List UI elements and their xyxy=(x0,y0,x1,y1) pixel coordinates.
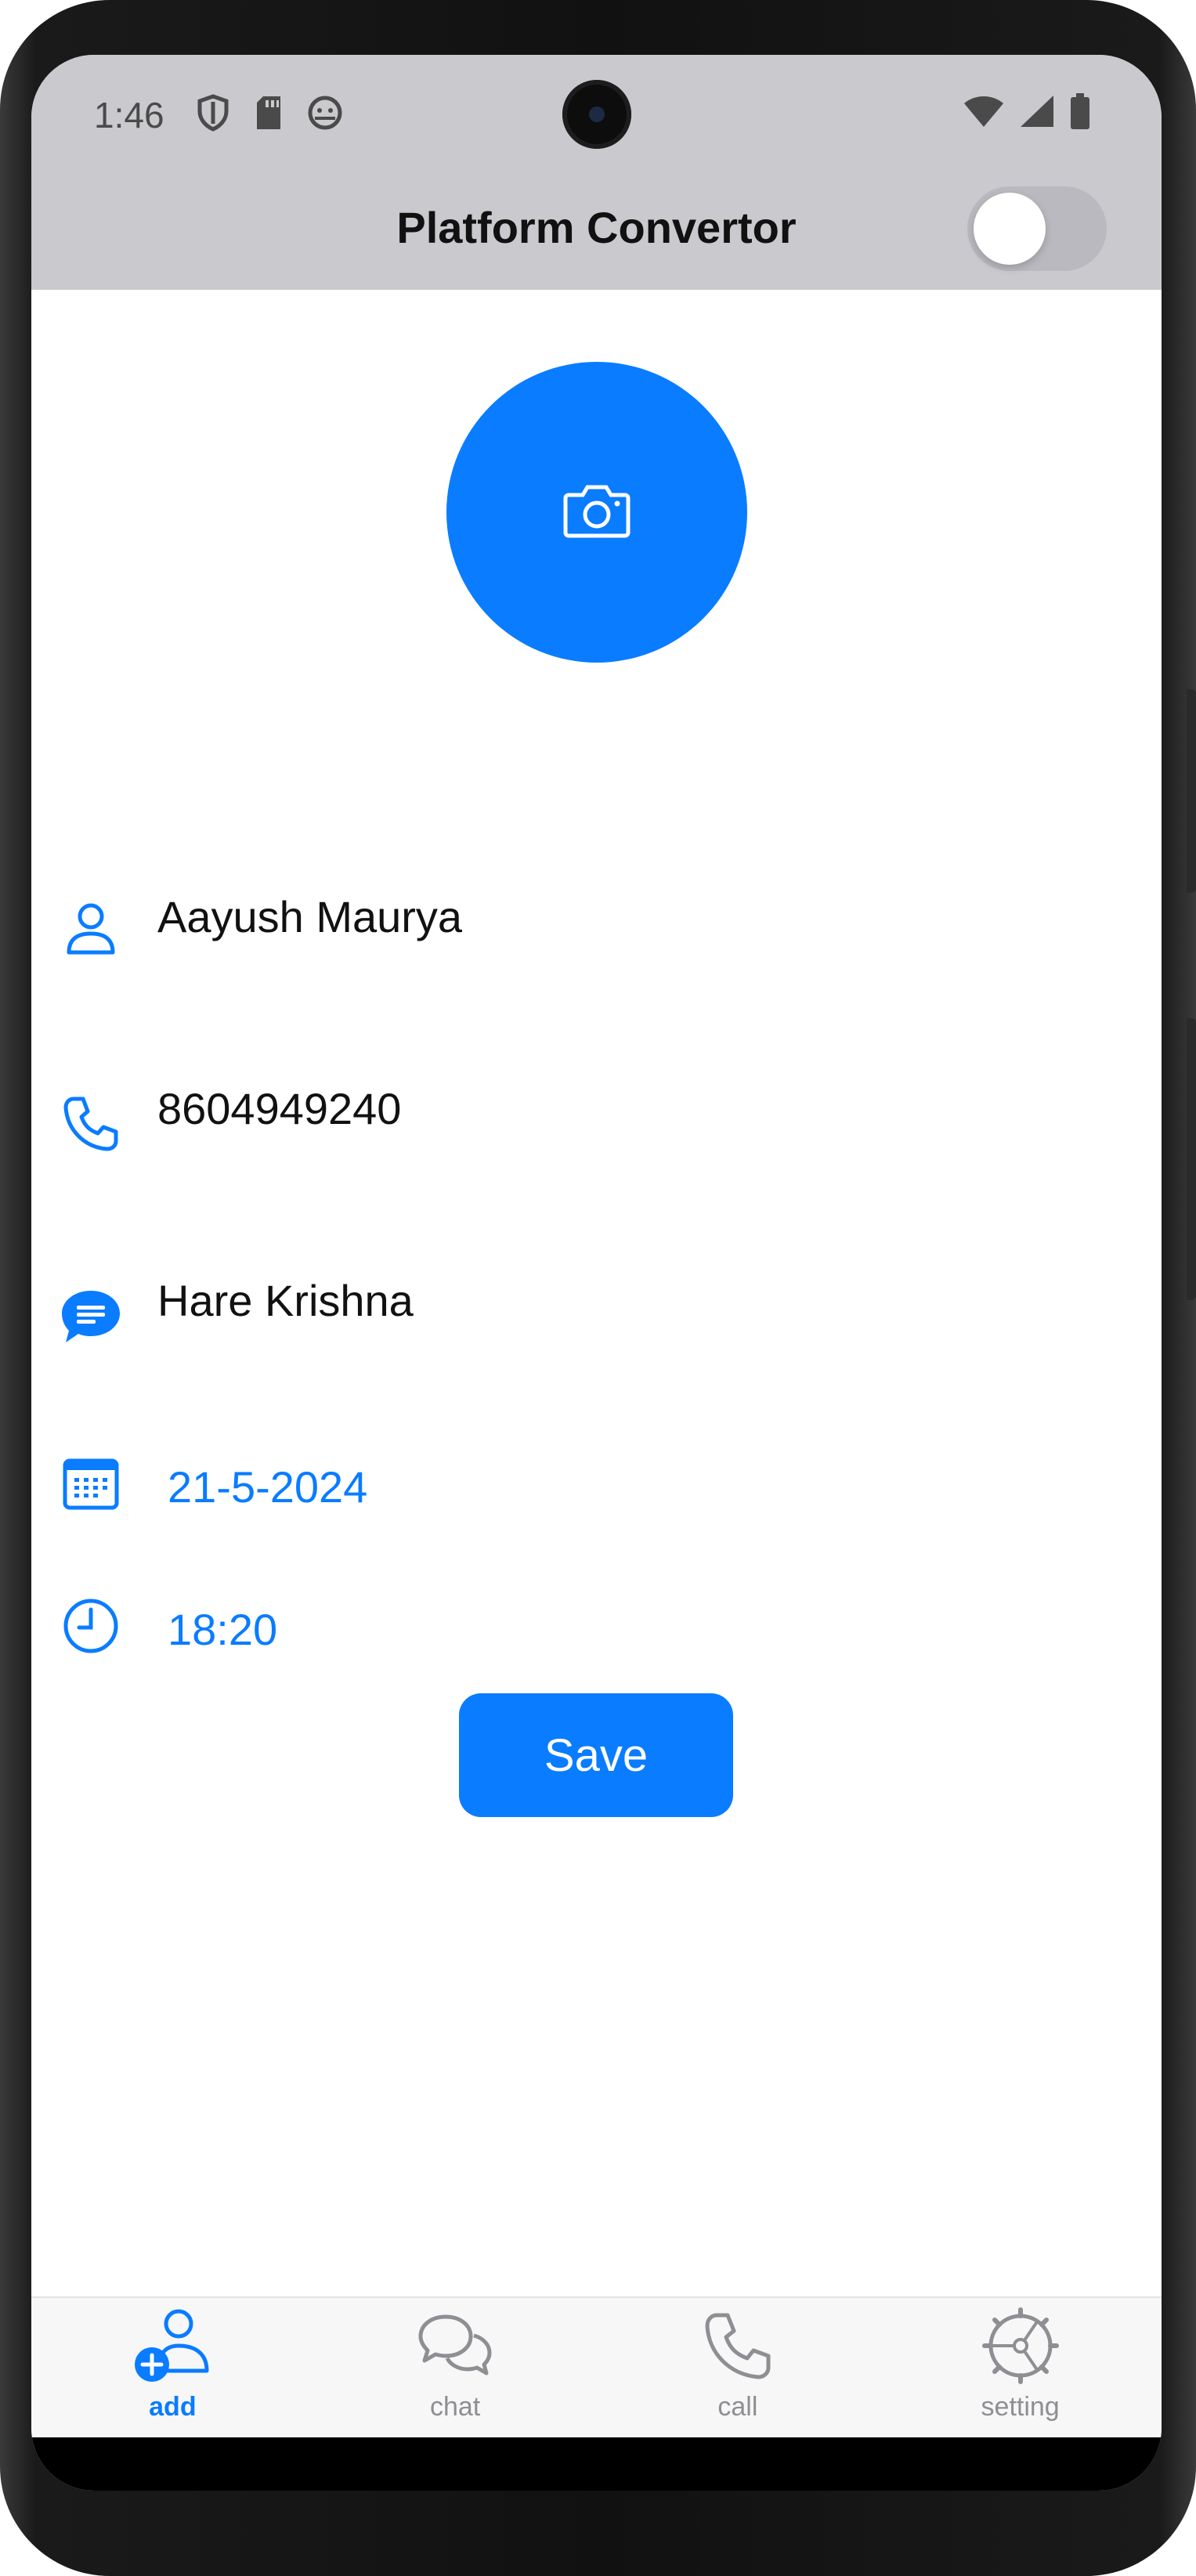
cell-signal-icon xyxy=(1019,94,1055,132)
toggle-knob[interactable] xyxy=(974,193,1046,265)
photo-picker-button[interactable] xyxy=(446,362,747,663)
battery-icon xyxy=(1069,92,1091,134)
android-debug-icon xyxy=(307,95,343,135)
bottom-nav: add chat call setting xyxy=(31,2296,1162,2437)
nav-label-call: call xyxy=(717,2392,758,2422)
nav-label-setting: setting xyxy=(981,2392,1060,2422)
clock-icon xyxy=(60,1595,122,1657)
person-icon xyxy=(60,898,122,960)
phone-icon xyxy=(60,1093,122,1155)
status-icons-right xyxy=(963,92,1091,134)
shield-icon xyxy=(196,94,230,135)
wifi-icon xyxy=(963,94,1005,132)
camera-icon xyxy=(562,482,631,543)
screen: 1:46 Platform Convertor Aayush Maurya 86… xyxy=(31,55,1162,2491)
phone-icon xyxy=(695,2303,781,2389)
name-row: Aayush Maurya xyxy=(31,879,1162,973)
chat-icon xyxy=(412,2303,498,2389)
platform-toggle[interactable] xyxy=(967,186,1107,271)
volume-button xyxy=(1187,689,1196,893)
status-icons-left xyxy=(196,94,343,135)
time-picker[interactable]: 18:20 xyxy=(168,1604,277,1655)
chat-bubble-icon xyxy=(60,1286,122,1349)
name-field[interactable]: Aayush Maurya xyxy=(157,891,462,942)
nav-item-setting[interactable]: setting xyxy=(879,2298,1162,2437)
phone-field[interactable]: 8604949240 xyxy=(157,1083,401,1134)
settings-icon xyxy=(977,2303,1064,2389)
date-picker[interactable]: 21-5-2024 xyxy=(168,1461,367,1512)
status-time: 1:46 xyxy=(94,95,164,135)
nav-label-chat: chat xyxy=(429,2392,481,2422)
gesture-area xyxy=(31,2437,1162,2491)
time-row: 18:20 xyxy=(31,1584,1162,1678)
power-button xyxy=(1187,1018,1196,1300)
front-camera xyxy=(562,80,631,149)
sd-card-icon xyxy=(254,95,284,135)
message-row: Hare Krishna xyxy=(31,1263,1162,1357)
app-header: 1:46 Platform Convertor xyxy=(31,55,1162,290)
phone-frame: 1:46 Platform Convertor Aayush Maurya 86… xyxy=(0,0,1196,2576)
save-button[interactable]: Save xyxy=(459,1693,733,1817)
date-row: 21-5-2024 xyxy=(31,1441,1162,1535)
phone-row: 8604949240 xyxy=(31,1071,1162,1165)
nav-item-call[interactable]: call xyxy=(597,2298,880,2437)
nav-item-add[interactable]: add xyxy=(31,2298,314,2437)
calendar-icon xyxy=(60,1452,122,1515)
message-field[interactable]: Hare Krishna xyxy=(157,1275,414,1326)
add-person-icon xyxy=(129,2303,215,2389)
nav-label-add: add xyxy=(149,2392,197,2422)
nav-item-chat[interactable]: chat xyxy=(314,2298,597,2437)
